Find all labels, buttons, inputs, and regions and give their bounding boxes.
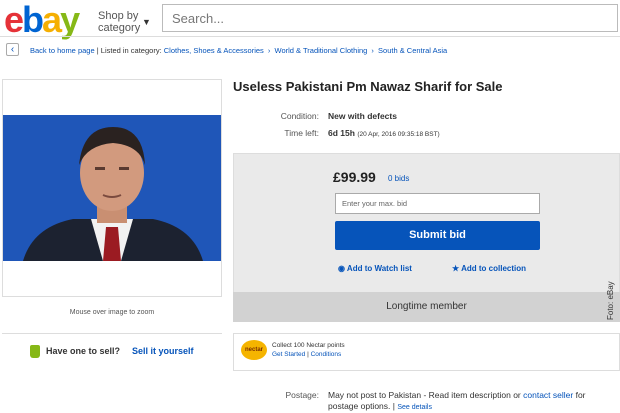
nectar-points-text: Collect 100 Nectar points [272, 342, 345, 349]
chevron-down-icon: ▼ [142, 17, 151, 27]
sell-question: Have one to sell? [46, 346, 121, 356]
breadcrumb-separator: › [371, 46, 374, 55]
breadcrumb: Back to home page | Listed in category: … [30, 46, 448, 55]
item-photo[interactable] [3, 115, 221, 261]
submit-bid-button[interactable]: Submit bid [335, 221, 540, 250]
nectar-logo: nectar [241, 340, 267, 360]
get-started-link[interactable]: Get Started [272, 351, 305, 358]
time-left-label: Time left: [284, 128, 319, 138]
back-to-home-link[interactable]: Back to home page [30, 46, 95, 55]
contact-seller-link[interactable]: contact seller [523, 390, 573, 400]
search-input[interactable]: Search... [162, 4, 618, 32]
longtime-member-badge: Longtime member [233, 292, 620, 322]
breadcrumb-link-south-asia[interactable]: South & Central Asia [378, 46, 447, 55]
time-left-value: 6d 15h (20 Apr, 2016 09:35:18 BST) [328, 128, 440, 138]
listed-in-label: Listed in category: [100, 46, 162, 55]
breadcrumb-link-clothes[interactable]: Clothes, Shoes & Accessories [164, 46, 264, 55]
price-tag-icon [30, 345, 40, 358]
star-icon: ★ [452, 264, 460, 273]
breadcrumb-link-world[interactable]: World & Traditional Clothing [275, 46, 368, 55]
back-arrow-icon[interactable]: ‹ [6, 43, 19, 56]
zoom-hint: Mouse over image to zoom [69, 309, 155, 316]
condition-value: New with defects [328, 111, 397, 121]
eye-icon: ◉ [338, 264, 345, 273]
header-divider [0, 36, 620, 37]
shop-by-category-button[interactable]: Shop by category ▼ [98, 10, 151, 34]
sell-it-yourself-link[interactable]: Sell it yourself [132, 346, 194, 356]
condition-label: Condition: [280, 111, 319, 121]
breadcrumb-separator: › [267, 46, 271, 55]
postage-value: May not post to Pakistan - Read item des… [328, 390, 586, 411]
max-bid-input[interactable]: Enter your max. bid [335, 193, 540, 214]
end-date: (20 Apr, 2016 09:35:18 BST) [357, 131, 440, 138]
add-to-collection-link[interactable]: ★ Add to collection [452, 264, 526, 273]
see-details-link[interactable]: See details [397, 404, 432, 411]
ebay-logo[interactable]: ebay [4, 2, 80, 38]
add-to-watch-list-link[interactable]: ◉ Add to Watch list [338, 264, 412, 273]
conditions-link[interactable]: Conditions [311, 351, 342, 358]
sell-yours-panel: Have one to sell? Sell it yourself [2, 333, 222, 372]
nectar-links: Get Started | Conditions [272, 351, 342, 358]
photo-credit: Foto: eBay [606, 281, 615, 320]
postage-label: Postage: [285, 390, 319, 400]
bid-count-link[interactable]: 0 bids [388, 174, 409, 183]
item-title: Useless Pakistani Pm Nawaz Sharif for Sa… [233, 79, 503, 94]
current-price: £99.99 [333, 169, 376, 185]
